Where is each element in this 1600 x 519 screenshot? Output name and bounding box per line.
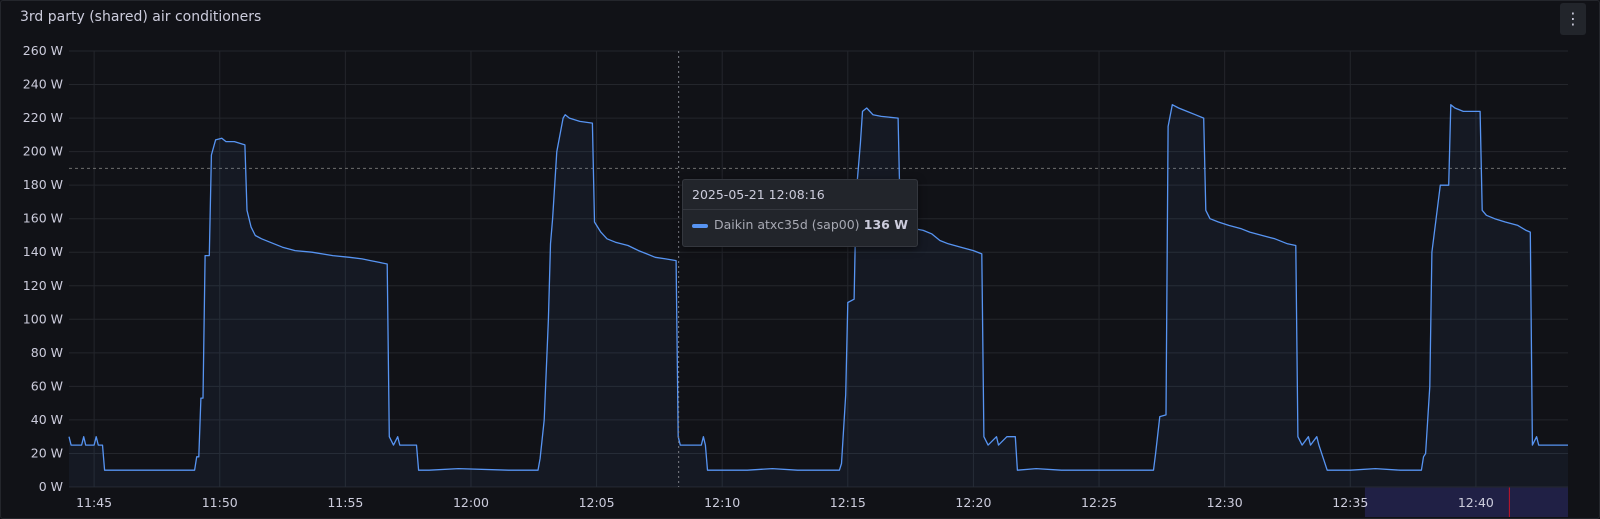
x-tick-label: 12:15 [830,495,866,510]
x-tick-label: 12:05 [579,495,615,510]
series-color-swatch [692,224,708,228]
y-tick-label: 260 W [23,43,63,58]
tooltip-divider [683,209,917,210]
tooltip-time: 2025-05-21 12:08:16 [692,187,825,202]
x-tick-label: 11:45 [76,495,112,510]
x-tick-label: 12:40 [1458,495,1494,510]
series-area-fill [69,104,1568,487]
y-tick-label: 120 W [23,278,63,293]
y-tick-label: 140 W [23,244,63,259]
x-tick-label: 12:30 [1207,495,1243,510]
y-tick-label: 240 W [23,77,63,92]
y-tick-label: 20 W [31,445,63,460]
tooltip-series-name: Daikin atxc35d (sap00) [714,217,860,232]
hover-tooltip: 2025-05-21 12:08:16 Daikin atxc35d (sap0… [682,179,918,247]
x-tick-label: 11:55 [327,495,363,510]
x-tick-label: 12:35 [1332,495,1368,510]
y-tick-label: 80 W [31,345,63,360]
y-tick-label: 100 W [23,311,63,326]
power-chart[interactable]: 0 W 20 W 40 W 60 W 80 W 100 W 120 W 140 W 160 W 1… [0,0,1600,519]
y-tick-label: 60 W [31,378,63,393]
x-tick-label: 11:50 [202,495,238,510]
x-tick-label: 12:00 [453,495,489,510]
y-tick-label: 200 W [23,144,63,159]
y-tick-label: 220 W [23,110,63,125]
y-tick-label: 180 W [23,177,63,192]
y-tick-label: 40 W [31,412,63,427]
x-tick-label: 12:25 [1081,495,1117,510]
y-tick-label: 160 W [23,211,63,226]
x-tick-label: 12:20 [955,495,991,510]
y-tick-label: 0 W [39,479,63,494]
x-tick-label: 12:10 [704,495,740,510]
tooltip-series-value: 136 W [863,217,908,232]
